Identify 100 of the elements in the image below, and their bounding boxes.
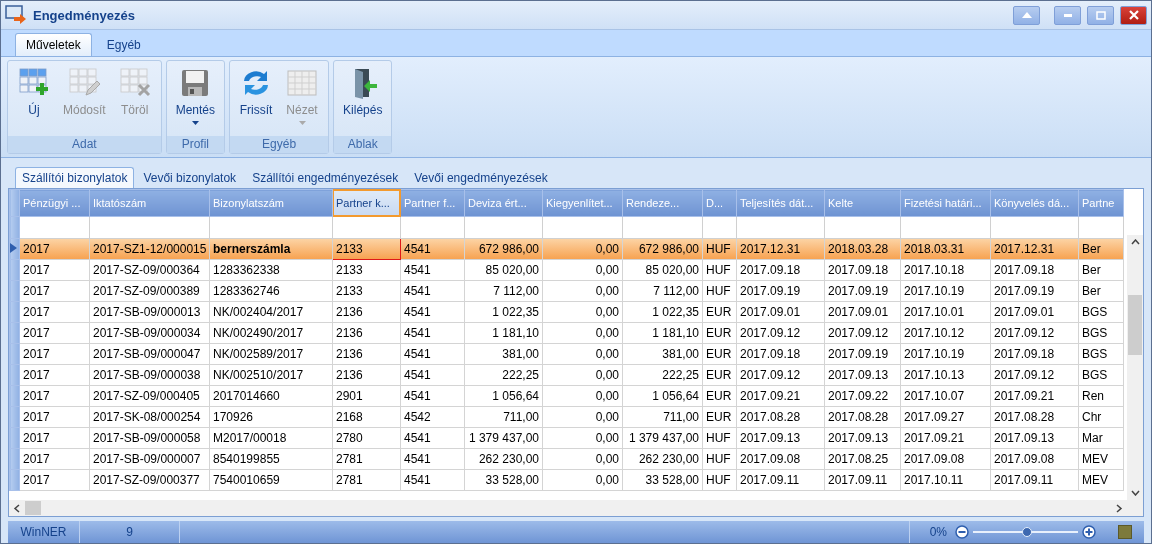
table-cell: 2017 <box>19 259 90 281</box>
table-row[interactable]: 2017 2017-SB-09/000058 M2017/00018 2780 4541 1 379 437,00 0,00 1 379 437,00 HUF 2017.09.13 2017.09.13 2017.09.21 2017.09.13 Mar <box>9 427 1124 449</box>
filter-cell[interactable] <box>542 216 623 239</box>
scroll-right-icon[interactable] <box>1115 503 1123 513</box>
scroll-left-icon[interactable] <box>13 503 21 513</box>
scroll-thumb[interactable] <box>25 501 41 515</box>
zoom-in-icon[interactable] <box>1082 525 1096 539</box>
table-cell: 2017.09.12 <box>736 322 825 344</box>
scroll-down-icon[interactable] <box>1130 490 1140 496</box>
ribbon-collapse-button[interactable] <box>1013 5 1040 25</box>
table-cell: 1 056,64 <box>464 385 543 407</box>
table-cell: 2781 <box>332 448 401 470</box>
scroll-thumb[interactable] <box>1128 295 1142 355</box>
document-tab[interactable]: Szállítói bizonylatok <box>15 167 135 188</box>
table-cell: 2133 <box>332 238 401 260</box>
table-cell: 2017.10.07 <box>900 385 991 407</box>
table-cell: HUF <box>702 448 737 470</box>
table-row[interactable]: 2017 2017-SB-09/000007 8540199855 2781 4541 262 230,00 0,00 262 230,00 HUF 2017.09.08 2017.08.25 2017.09.08 2017.09.08 MEV <box>9 448 1124 470</box>
table-cell: Ber <box>1078 238 1124 260</box>
table-cell: 2017.08.28 <box>990 406 1079 428</box>
ribbon-button[interactable]: Új <box>12 63 56 134</box>
ribbon-button[interactable]: Kilépés <box>338 63 388 134</box>
table-row[interactable]: 2017 2017-SZ-09/000389 1283362746 2133 4541 7 112,00 0,00 7 112,00 HUF 2017.09.19 2017.09.19 2017.10.19 2017.09.19 Ber <box>9 280 1124 302</box>
table-row[interactable]: 2017 2017-SK-08/000254 170926 2168 4542 711,00 0,00 711,00 EUR 2017.08.28 2017.08.28 2017.09.27 2017.08.28 Chr <box>9 406 1124 428</box>
table-cell: 2017.09.01 <box>824 301 901 323</box>
table-cell: NK/002510/2017 <box>209 364 333 386</box>
table-cell: 711,00 <box>622 406 703 428</box>
scroll-up-icon[interactable] <box>1130 239 1140 245</box>
zoom-slider-thumb[interactable] <box>1021 527 1032 537</box>
table-cell: 2017-SB-09/000007 <box>89 448 210 470</box>
column-header[interactable]: Partner k... <box>332 189 401 217</box>
table-cell: 2017.10.01 <box>900 301 991 323</box>
filter-cell[interactable] <box>332 216 401 239</box>
filter-cell[interactable] <box>622 216 703 239</box>
table-cell: 2017.09.11 <box>824 469 901 491</box>
table-cell: 4541 <box>400 469 465 491</box>
ribbon-tab[interactable]: Műveletek <box>15 33 92 56</box>
ribbon-tab[interactable]: Egyéb <box>95 33 152 56</box>
filter-cell[interactable] <box>1078 216 1124 239</box>
table-cell: 2017.09.13 <box>824 427 901 449</box>
table-cell: 222,25 <box>622 364 703 386</box>
table-cell: NK/002404/2017 <box>209 301 333 323</box>
status-indicator <box>1118 525 1132 539</box>
document-tab[interactable]: Vevői bizonylatok <box>136 167 244 188</box>
filter-cell[interactable] <box>89 216 210 239</box>
table-row[interactable]: 2017 2017-SB-09/000034 NK/002490/2017 2136 4541 1 181,10 0,00 1 181,10 EUR 2017.09.12 2017.09.12 2017.10.12 2017.09.12 BGS <box>9 322 1124 344</box>
table-cell: 0,00 <box>542 406 623 428</box>
horizontal-scrollbar[interactable] <box>9 500 1143 516</box>
table-row[interactable]: 2017 2017-SB-09/000047 NK/002589/2017 2136 4541 381,00 0,00 381,00 EUR 2017.09.18 2017.09.19 2017.10.19 2017.09.18 BGS <box>9 343 1124 365</box>
table-row[interactable]: 2017 2017-SZ1-12/000015 bernerszámla 2133 4541 672 986,00 0,00 672 986,00 HUF 2017.12.31 2018.03.28 2018.03.31 2017.12.31 Ber <box>9 238 1124 260</box>
filter-cell[interactable] <box>209 216 333 239</box>
table-row[interactable]: 2017 2017-SZ-09/000377 7540010659 2781 4541 33 528,00 0,00 33 528,00 HUF 2017.09.11 2017.09.11 2017.10.11 2017.09.11 MEV <box>9 469 1124 491</box>
filter-cell[interactable] <box>464 216 543 239</box>
filter-cell[interactable] <box>400 216 465 239</box>
filter-cell[interactable] <box>702 216 737 239</box>
table-cell: BGS <box>1078 301 1124 323</box>
table-row[interactable]: 2017 2017-SB-09/000013 NK/002404/2017 2136 4541 1 022,35 0,00 1 022,35 EUR 2017.09.01 2017.09.01 2017.10.01 2017.09.01 BGS <box>9 301 1124 323</box>
table-cell: 0,00 <box>542 448 623 470</box>
minimize-button[interactable] <box>1054 5 1081 25</box>
table-cell: 2017-SZ1-12/000015 <box>89 238 210 260</box>
table-cell: 2017-SK-08/000254 <box>89 406 210 428</box>
vertical-scrollbar[interactable] <box>1127 235 1143 500</box>
maximize-button[interactable] <box>1087 5 1114 25</box>
document-tab[interactable]: Vevői engedményezések <box>407 167 555 188</box>
table-row[interactable]: 2017 2017-SZ-09/000364 1283362338 2133 4541 85 020,00 0,00 85 020,00 HUF 2017.09.18 2017.09.18 2017.10.18 2017.09.18 Ber <box>9 259 1124 281</box>
table-cell: BGS <box>1078 364 1124 386</box>
filter-cell[interactable] <box>900 216 991 239</box>
filter-cell[interactable] <box>990 216 1079 239</box>
ribbon-button[interactable]: Frissít <box>234 63 279 134</box>
table-cell: 262 230,00 <box>622 448 703 470</box>
table-row[interactable]: 2017 2017-SB-09/000038 NK/002510/2017 2136 4541 222,25 0,00 222,25 EUR 2017.09.12 2017.09.13 2017.10.13 2017.09.12 BGS <box>9 364 1124 386</box>
table-cell: 1283362746 <box>209 280 333 302</box>
table-cell: Ber <box>1078 280 1124 302</box>
filter-cell[interactable] <box>736 216 825 239</box>
table-cell: 711,00 <box>464 406 543 428</box>
table-cell: 0,00 <box>542 385 623 407</box>
table-cell: 2017.09.21 <box>736 385 825 407</box>
table-cell: 2017.09.19 <box>824 280 901 302</box>
table-cell: 2017 <box>19 238 90 260</box>
document-tab[interactable]: Szállítói engedményezések <box>245 167 406 188</box>
table-cell: 2017.09.18 <box>824 259 901 281</box>
close-button[interactable] <box>1120 5 1147 25</box>
zoom-out-icon[interactable] <box>955 525 969 539</box>
table-cell: 1 181,10 <box>464 322 543 344</box>
table-cell: 2017.09.22 <box>824 385 901 407</box>
ribbon-button[interactable]: Mentés <box>170 63 221 134</box>
table-cell: 2017014660 <box>209 385 333 407</box>
table-cell: 2017.09.12 <box>824 322 901 344</box>
filter-cell[interactable] <box>19 216 90 239</box>
grid-delete-icon <box>118 67 151 99</box>
table-row[interactable]: 2017 2017-SZ-09/000405 2017014660 2901 4541 1 056,64 0,00 1 056,64 EUR 2017.09.21 2017.09.22 2017.10.07 2017.09.21 Ren <box>9 385 1124 407</box>
table-cell: 2017 <box>19 427 90 449</box>
table-cell: 2017 <box>19 280 90 302</box>
table-cell: 2017.09.11 <box>990 469 1079 491</box>
table-cell: Ber <box>1078 259 1124 281</box>
filter-cell[interactable] <box>824 216 901 239</box>
table-cell: 1 022,35 <box>464 301 543 323</box>
table-cell: 0,00 <box>542 343 623 365</box>
table-cell: 2017 <box>19 343 90 365</box>
table-cell: HUF <box>702 259 737 281</box>
